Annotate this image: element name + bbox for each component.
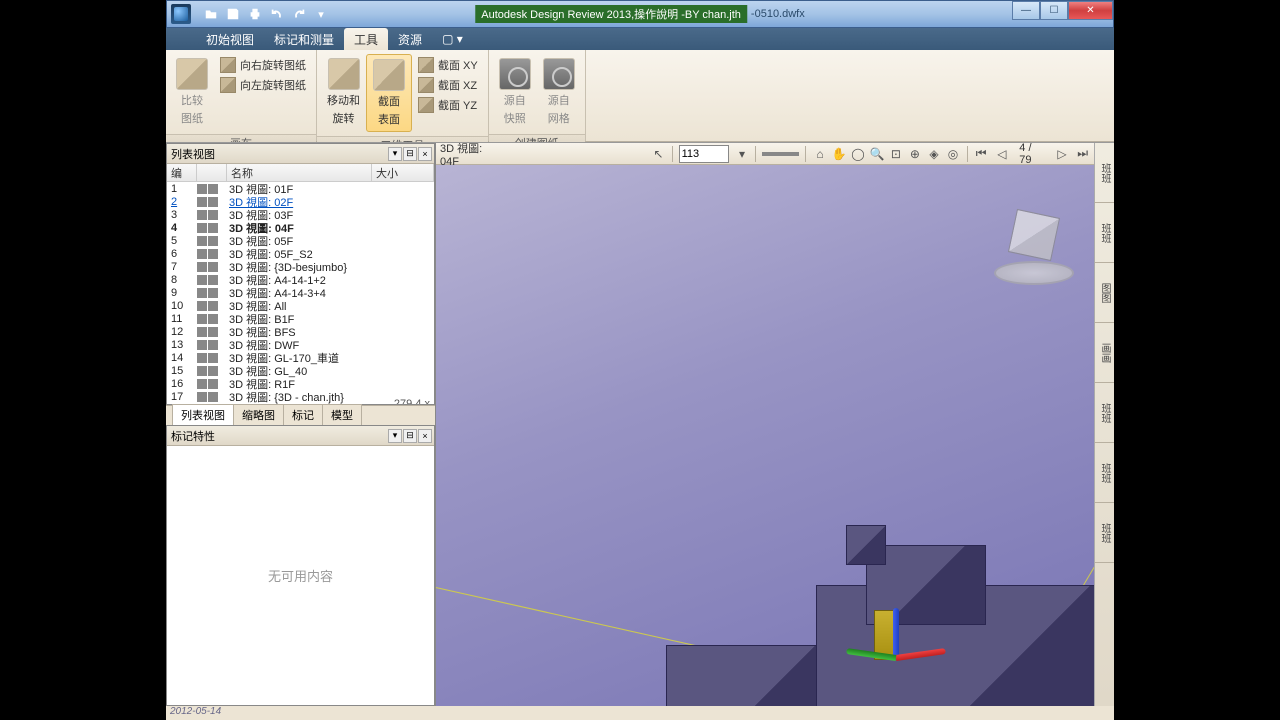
title-filename: -0510.dwfx <box>751 8 805 20</box>
wheel-icon[interactable]: ◎ <box>945 146 961 162</box>
menu-bar: 初始视图标记和测量工具资源▢ ▾ <box>166 28 1114 50</box>
minimize-button[interactable]: — <box>1012 1 1040 20</box>
panel-menu-icon[interactable]: ▾ <box>388 429 402 443</box>
panel-title: 列表视图 <box>171 146 215 162</box>
gizmo-z-axis[interactable] <box>893 608 899 658</box>
undo-icon[interactable] <box>267 4 287 24</box>
panel-close-icon[interactable]: × <box>418 147 432 161</box>
menu-工具[interactable]: 工具 <box>344 28 388 50</box>
ribbon-源自网格[interactable]: 源自网格 <box>537 54 581 130</box>
panel-pin-icon[interactable]: ⊟ <box>403 147 417 161</box>
ribbon-截面XZ[interactable]: 截面 XZ <box>414 76 482 94</box>
panel-title: 标记特性 <box>171 428 215 444</box>
maximize-button[interactable]: ☐ <box>1040 1 1068 20</box>
list-body[interactable]: 13D 視圖: 01F23D 視圖: 02F33D 視圖: 03F43D 視圖:… <box>167 182 434 404</box>
viewer-toolbar: 3D 視圖: 04F ↖ ▾ ⌂ ✋ ◯ 🔍 ⊡ ⊕ ◈ ◎ <box>436 143 1094 165</box>
slider[interactable] <box>762 152 799 156</box>
ribbon-移动和旋转[interactable]: 移动和旋转 <box>321 54 366 130</box>
zoom-extents-icon[interactable]: ⊕ <box>907 146 923 162</box>
canvas-3d[interactable] <box>436 165 1094 706</box>
rail-button[interactable]: 班班 <box>1095 503 1114 563</box>
prev-page-icon[interactable]: ◁ <box>995 146 1010 162</box>
app-icon[interactable] <box>171 4 191 24</box>
menu-资源[interactable]: 资源 <box>388 28 432 50</box>
ribbon-截面YZ[interactable]: 截面 YZ <box>414 96 482 114</box>
panel-tabs: 列表视图缩略图标记模型 <box>166 405 435 425</box>
properties-panel: 标记特性 ▾ ⊟ × 无可用内容 <box>166 425 435 706</box>
tab-标记[interactable]: 标记 <box>283 404 323 425</box>
properties-empty: 无可用内容 <box>167 446 434 705</box>
ribbon: 比较图纸向右旋转图纸向左旋转图纸画布移动和旋转截面表面截面 XY截面 XZ截面 … <box>166 50 1114 142</box>
chevron-down-icon[interactable]: ▾ <box>311 4 331 24</box>
menu-标记和测量[interactable]: 标记和测量 <box>264 28 344 50</box>
close-button[interactable]: ✕ <box>1068 1 1113 20</box>
rail-button[interactable]: 画画 <box>1095 323 1114 383</box>
tab-列表视图[interactable]: 列表视图 <box>172 404 234 425</box>
tab-模型[interactable]: 模型 <box>322 404 362 425</box>
rail-button[interactable]: 图图 <box>1095 263 1114 323</box>
print-icon[interactable] <box>245 4 265 24</box>
list-header: 编号 名称 大小 <box>167 164 434 182</box>
ribbon-比较图纸: 比较图纸 <box>170 54 214 130</box>
ribbon-向右旋转图纸[interactable]: 向右旋转图纸 <box>216 56 310 74</box>
view-title: 3D 視圖: 04F <box>440 142 499 168</box>
pan-icon[interactable]: ✋ <box>831 146 847 162</box>
col-size[interactable]: 大小 <box>372 164 434 181</box>
rail-button[interactable]: 班班 <box>1095 443 1114 503</box>
ribbon-截面XY[interactable]: 截面 XY <box>414 56 482 74</box>
save-icon[interactable] <box>223 4 243 24</box>
title-badge: Autodesk Design Review 2013,操作說明 -BY cha… <box>475 5 747 23</box>
tab-缩略图[interactable]: 缩略图 <box>233 404 284 425</box>
nav-icon[interactable]: ◈ <box>926 146 942 162</box>
menu-more[interactable]: ▢ ▾ <box>432 28 473 50</box>
zoom-icon[interactable]: 🔍 <box>869 146 885 162</box>
col-num[interactable]: 编号 <box>167 164 197 181</box>
move-gizmo[interactable] <box>836 595 956 706</box>
list-view-panel: 列表视图 ▾ ⊟ × 编号 名称 大小 13D 視圖: 01F23D 視圖: 0… <box>166 143 435 405</box>
orbit-icon[interactable]: ◯ <box>850 146 866 162</box>
zoom-input[interactable] <box>679 145 729 163</box>
page-indicator: 4 / 79 <box>1019 142 1044 166</box>
next-page-icon[interactable]: ▷ <box>1055 146 1070 162</box>
ribbon-向左旋转图纸[interactable]: 向左旋转图纸 <box>216 76 310 94</box>
panel-pin-icon[interactable]: ⊟ <box>403 429 417 443</box>
ribbon-源自快照[interactable]: 源自快照 <box>493 54 537 130</box>
last-page-icon[interactable]: ⏭ <box>1075 146 1090 162</box>
cursor-icon[interactable]: ↖ <box>651 146 666 162</box>
chevron-down-icon[interactable]: ▾ <box>735 146 750 162</box>
ribbon-截面表面[interactable]: 截面表面 <box>366 54 412 132</box>
gizmo-x-axis[interactable] <box>896 648 946 661</box>
rail-button[interactable]: 班班 <box>1095 143 1114 203</box>
redo-icon[interactable] <box>289 4 309 24</box>
col-name[interactable]: 名称 <box>227 164 372 181</box>
panel-menu-icon[interactable]: ▾ <box>388 147 402 161</box>
zoom-window-icon[interactable]: ⊡ <box>888 146 904 162</box>
view-cube[interactable] <box>994 205 1074 285</box>
status-bar: 2012-05-14 <box>166 706 1114 720</box>
panel-close-icon[interactable]: × <box>418 429 432 443</box>
titlebar: ▾ Autodesk Design Review 2013,操作說明 -BY c… <box>166 0 1114 28</box>
home-icon[interactable]: ⌂ <box>812 146 828 162</box>
right-rail: 班班班班图图画画班班班班班班 <box>1094 143 1114 706</box>
menu-初始视图[interactable]: 初始视图 <box>196 28 264 50</box>
viewer: 3D 視圖: 04F ↖ ▾ ⌂ ✋ ◯ 🔍 ⊡ ⊕ ◈ ◎ <box>436 143 1094 706</box>
first-page-icon[interactable]: ⏮ <box>974 146 989 162</box>
rail-button[interactable]: 班班 <box>1095 203 1114 263</box>
col-icon[interactable] <box>197 164 227 181</box>
quick-access-toolbar: ▾ <box>201 4 331 24</box>
rail-button[interactable]: 班班 <box>1095 383 1114 443</box>
open-icon[interactable] <box>201 4 221 24</box>
